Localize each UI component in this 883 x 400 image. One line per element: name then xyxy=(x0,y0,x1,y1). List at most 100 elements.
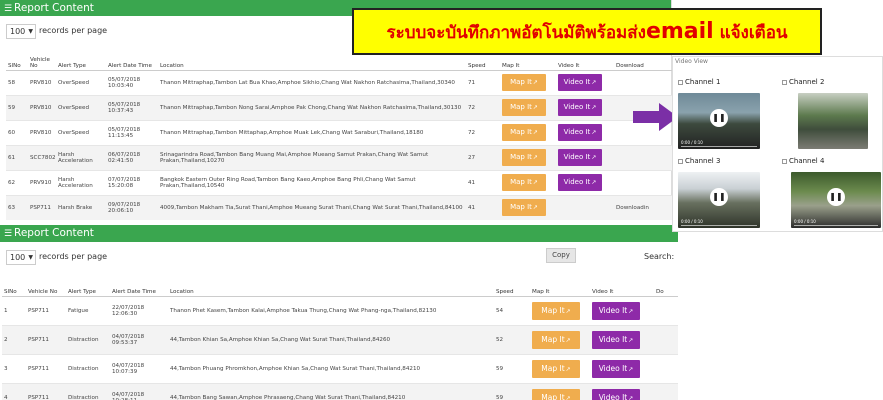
top-col-header[interactable]: Vehicle No xyxy=(28,50,56,71)
bottom-col-header[interactable]: Alert Date Time xyxy=(110,276,168,297)
cell-download xyxy=(614,169,672,195)
bottom-col-header[interactable]: Vehicle No xyxy=(26,276,66,297)
bottom-col-header[interactable]: SlNo xyxy=(2,276,26,297)
cell-no: 63 xyxy=(6,194,28,220)
bottom-col-header[interactable]: Location xyxy=(168,276,494,297)
channel-4-label: Channel 4 xyxy=(782,157,824,165)
bottom-col-header[interactable]: Alert Type xyxy=(66,276,110,297)
external-link-icon: ↗ xyxy=(532,179,538,186)
cell-location: Thanon Mittraphap,Tambon Mittaphap,Ampho… xyxy=(158,119,466,145)
cell-vehicle: SCC7802 xyxy=(28,144,56,170)
pause-icon[interactable]: ❚❚ xyxy=(710,188,728,207)
video-it-button[interactable]: Video It↗ xyxy=(592,388,640,400)
video-it-label: Video It xyxy=(563,128,591,136)
channel-2-video[interactable] xyxy=(798,93,868,149)
channel-4-icon xyxy=(782,158,787,164)
cell-video: Video It↗ xyxy=(556,169,614,195)
video-it-button[interactable]: Video It↗ xyxy=(558,149,602,166)
external-link-icon: ↗ xyxy=(565,365,571,373)
channel-3-controls[interactable]: 0:00 / 0:10 xyxy=(678,218,760,226)
map-it-button[interactable]: Map It↗ xyxy=(502,74,546,91)
video-it-button[interactable]: Video It↗ xyxy=(592,330,640,349)
video-it-button[interactable]: Video It↗ xyxy=(592,359,640,378)
bottom-col-header[interactable]: Speed xyxy=(494,276,530,297)
channel-4-video[interactable]: ❚❚ 0:00 / 0:10 xyxy=(791,172,881,228)
cell-alert: Harsh Brake xyxy=(56,194,106,220)
video-it-button[interactable]: Video It↗ xyxy=(558,99,602,116)
map-it-button[interactable]: Map It↗ xyxy=(532,359,580,378)
cell-speed: 72 xyxy=(466,119,500,145)
cell-vehicle: PRV810 xyxy=(28,94,56,120)
cell-datetime: 05/07/2018 10:37:43 xyxy=(106,94,158,120)
cell-alert: OverSpeed xyxy=(56,69,106,95)
map-it-button[interactable]: Map It↗ xyxy=(502,149,546,166)
channel-1-label: Channel 1 xyxy=(678,78,720,86)
video-it-label: Video It xyxy=(598,334,628,344)
external-link-icon: ↗ xyxy=(532,154,538,161)
map-it-button[interactable]: Map It↗ xyxy=(502,174,546,191)
cell-download xyxy=(654,382,678,400)
external-link-icon: ↗ xyxy=(591,154,597,161)
external-link-icon: ↗ xyxy=(565,336,571,344)
top-page-length-select[interactable]: 100 ▼ xyxy=(6,24,36,39)
cell-location: 44,Tambon Bang Sawan,Amphoe Phrasaeng,Ch… xyxy=(168,382,494,400)
video-it-button[interactable]: Video It↗ xyxy=(558,174,602,191)
video-it-label: Video It xyxy=(563,178,591,186)
cell-speed: 71 xyxy=(466,69,500,95)
video-it-button[interactable]: Video It↗ xyxy=(558,74,602,91)
pause-icon[interactable]: ❚❚ xyxy=(710,109,728,128)
table-row: 58 PRV810 OverSpeed 05/07/2018 10:03:40 Than… xyxy=(6,69,672,95)
cell-vehicle: PSP711 xyxy=(26,382,66,400)
cell-map: Map It↗ xyxy=(530,382,590,400)
chevron-down-icon: ▼ xyxy=(28,254,33,261)
page: ☰ Report Content 100 ▼ records per page S… xyxy=(0,0,883,400)
cell-alert: Harsh Acceleration xyxy=(56,169,106,195)
bottom-col-header[interactable]: Do xyxy=(654,276,678,297)
pause-icon[interactable]: ❚❚ xyxy=(827,188,845,207)
top-col-header[interactable]: Alert Date Time xyxy=(106,50,158,71)
top-col-header[interactable]: SlNo xyxy=(6,50,28,71)
map-it-button[interactable]: Map It↗ xyxy=(532,330,580,349)
cell-speed: 59 xyxy=(494,382,530,400)
map-it-label: Map It xyxy=(541,334,565,344)
video-it-button[interactable]: Video It↗ xyxy=(592,301,640,320)
map-it-label: Map It xyxy=(510,78,532,86)
bottom-col-header[interactable]: Map It xyxy=(530,276,590,297)
bottom-page-length-select[interactable]: 100 ▼ xyxy=(6,250,36,265)
external-link-icon: ↗ xyxy=(591,79,597,86)
bottom-col-header[interactable]: Video It xyxy=(590,276,654,297)
map-it-label: Map It xyxy=(541,392,565,400)
cell-speed: 27 xyxy=(466,144,500,170)
map-it-button[interactable]: Map It↗ xyxy=(502,124,546,141)
cell-datetime: 04/07/2018 10:07:39 xyxy=(110,353,168,383)
cell-vehicle: PRV810 xyxy=(28,119,56,145)
map-it-button[interactable]: Map It↗ xyxy=(502,99,546,116)
video-it-label: Video It xyxy=(598,305,628,315)
chevron-down-icon: ▼ xyxy=(28,28,33,35)
map-it-button[interactable]: Map It↗ xyxy=(532,388,580,400)
cell-alert: Distraction xyxy=(66,324,110,354)
table-row: 61 SCC7802 Harsh Acceleration 06/07/2018 02… xyxy=(6,144,672,170)
cell-vehicle: PRV810 xyxy=(28,69,56,95)
cell-no: 1 xyxy=(2,295,26,325)
channel-3-video[interactable]: ❚❚ 0:00 / 0:10 xyxy=(678,172,760,228)
cell-map: Map It↗ xyxy=(530,353,590,383)
channel-1-controls[interactable]: 0:00 / 0:10 xyxy=(678,139,760,147)
channel-1-video[interactable]: ❚❚ 0:00 / 0:10 xyxy=(678,93,760,149)
cell-no: 60 xyxy=(6,119,28,145)
banner-text-after: แจ้งเตือน xyxy=(713,23,788,43)
top-panel-title: Report Content xyxy=(14,2,94,14)
video-it-label: Video It xyxy=(563,78,591,86)
map-it-button[interactable]: Map It↗ xyxy=(532,301,580,320)
table-row: 4PSP711Distraction04/07/2018 10:28:1144,… xyxy=(2,382,678,400)
top-col-header[interactable]: Alert Type xyxy=(56,50,106,71)
channel-4-controls[interactable]: 0:00 / 0:10 xyxy=(791,218,881,226)
hamburger-icon: ☰ xyxy=(4,4,13,14)
cell-download: Downloadin xyxy=(614,194,672,220)
copy-button[interactable]: Copy xyxy=(546,248,576,263)
map-it-button[interactable]: Map It↗ xyxy=(502,199,546,217)
video-it-button[interactable]: Video It↗ xyxy=(558,124,602,141)
cell-location: Srinagarindra Road,Tambon Bang Muang Mai… xyxy=(158,144,466,170)
map-it-label: Map It xyxy=(510,153,532,161)
bottom-report-table: SlNo Vehicle No Alert Type Alert Date Time L… xyxy=(2,276,678,400)
